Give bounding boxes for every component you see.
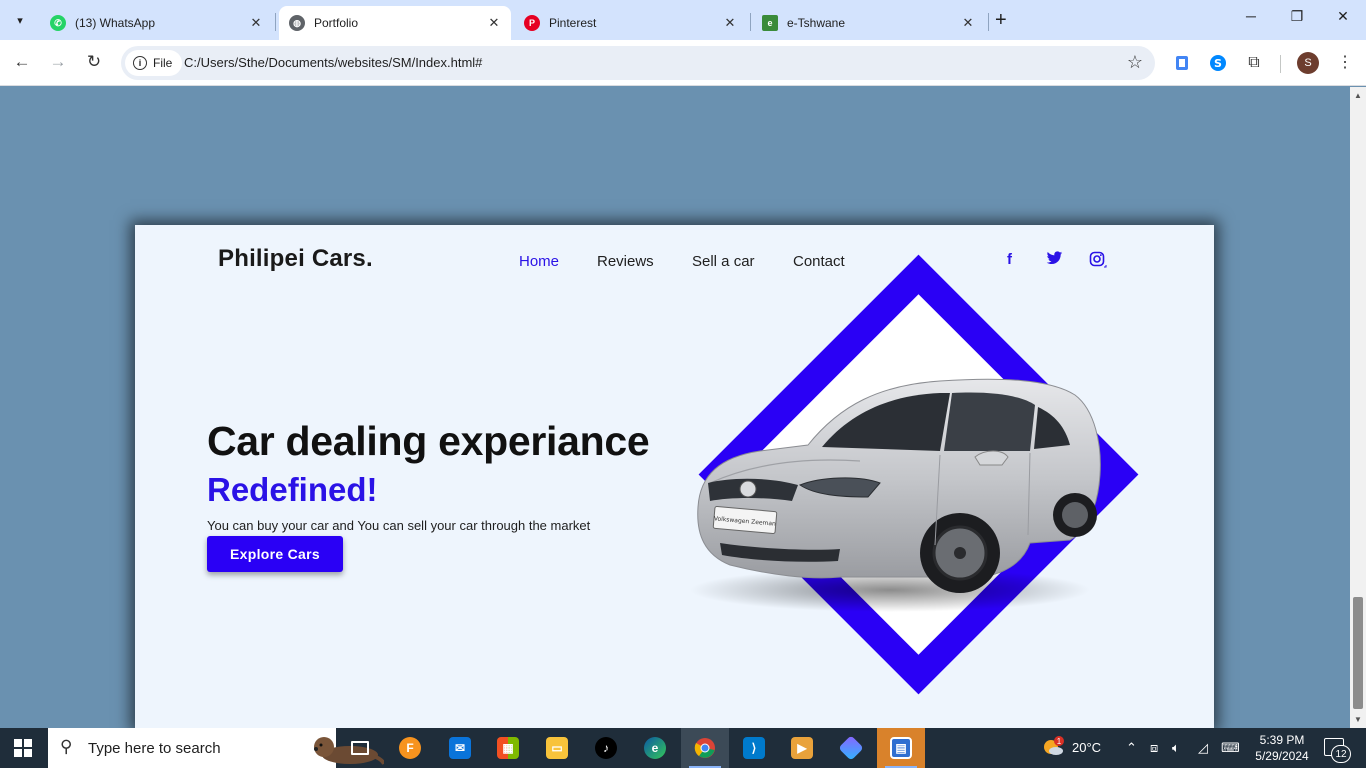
- etshwane-icon: e: [762, 15, 778, 31]
- page-scrollbar[interactable]: ▲ ▼: [1350, 87, 1366, 728]
- taskbar-clock[interactable]: 5:39 PM 5/29/2024: [1252, 732, 1312, 764]
- search-placeholder: Type here to search: [88, 740, 221, 757]
- fl-studio-icon[interactable]: F: [386, 728, 434, 768]
- clock-time: 5:39 PM: [1259, 733, 1305, 747]
- show-hidden-icons-icon[interactable]: ⌃: [1126, 740, 1137, 756]
- tab-etshwane[interactable]: e e-Tshwane ✕: [752, 6, 985, 40]
- tab-divider: [275, 13, 276, 31]
- weather-alert-badge: 1: [1054, 736, 1064, 746]
- site-chip-label: File: [153, 56, 173, 70]
- forward-button[interactable]: →: [46, 52, 70, 72]
- mail-icon[interactable]: ✉: [436, 728, 484, 768]
- scrollbar-thumb[interactable]: [1353, 597, 1363, 709]
- close-icon[interactable]: ✕: [957, 15, 979, 31]
- vscode-icon[interactable]: ⟩: [730, 728, 778, 768]
- close-icon[interactable]: ✕: [719, 15, 741, 31]
- nav-home[interactable]: Home: [519, 253, 559, 270]
- profile-avatar[interactable]: S: [1297, 52, 1319, 74]
- tab-title: (13) WhatsApp: [75, 16, 156, 30]
- windows-taskbar: ⚲ Type here to search F ✉ ▦ ▭ ♪ e ⟩ ▶ ▤ …: [0, 728, 1366, 768]
- tab-title: Portfolio: [314, 16, 359, 30]
- meet-now-icon[interactable]: ⧈: [1150, 740, 1158, 756]
- hero-description: You can buy your car and You can sell yo…: [207, 518, 591, 533]
- tab-title: Pinterest: [549, 16, 597, 30]
- extensions-puzzle-icon[interactable]: ⧉: [1244, 53, 1264, 73]
- new-tab-button[interactable]: +: [995, 9, 1007, 32]
- volume-icon[interactable]: 🔈︎: [1172, 740, 1180, 756]
- keyboard-icon[interactable]: ⌨: [1221, 740, 1240, 756]
- nav-sell-a-car[interactable]: Sell a car: [692, 253, 755, 270]
- tab-search-menu-button[interactable]: ▾: [8, 8, 32, 32]
- tab-divider: [750, 13, 751, 31]
- pinterest-icon: P: [524, 15, 540, 31]
- brand-logo[interactable]: Philipei Cars.: [218, 245, 373, 273]
- media-player-icon[interactable]: ▶: [778, 728, 826, 768]
- tab-title: e-Tshwane: [787, 16, 846, 30]
- task-view-icon[interactable]: [336, 728, 384, 768]
- url-text[interactable]: C:/Users/Sthe/Documents/websites/SM/Inde…: [184, 55, 482, 70]
- globe-icon: ◍: [289, 15, 305, 31]
- instagram-icon[interactable]: [1089, 251, 1107, 273]
- chrome-icon[interactable]: [681, 728, 729, 768]
- info-icon: i: [133, 56, 147, 70]
- tab-divider: [988, 13, 989, 31]
- scroll-up-arrow[interactable]: ▲: [1354, 91, 1362, 100]
- tab-strip: ▾ ✆ (13) WhatsApp ✕ ◍ Portfolio ✕ P Pint…: [0, 0, 1366, 40]
- hero-card: Philipei Cars. Home Reviews Sell a car C…: [135, 225, 1214, 728]
- copilot-icon[interactable]: [827, 728, 875, 768]
- microsoft-store-icon[interactable]: ▦: [484, 728, 532, 768]
- site-info-chip[interactable]: i File: [125, 50, 183, 76]
- remote-desktop-icon[interactable]: ▤: [877, 728, 925, 768]
- page-viewport: Philipei Cars. Home Reviews Sell a car C…: [0, 87, 1350, 728]
- clock-date: 5/29/2024: [1255, 749, 1309, 763]
- reload-button[interactable]: ↻: [82, 52, 106, 72]
- tab-portfolio[interactable]: ◍ Portfolio ✕: [279, 6, 511, 40]
- facebook-icon[interactable]: f: [1007, 251, 1012, 268]
- nav-contact[interactable]: Contact: [793, 253, 845, 270]
- taskbar-search[interactable]: ⚲ Type here to search: [48, 728, 384, 768]
- car-image: Volkswagen Zeeman: [690, 378, 1101, 612]
- search-icon: ⚲: [60, 737, 73, 756]
- browser-toolbar: ← → ↻ i File C:/Users/Sthe/Documents/web…: [0, 40, 1366, 86]
- svg-text:S: S: [1214, 57, 1222, 70]
- toolbar-divider: [1280, 55, 1281, 73]
- scroll-down-arrow[interactable]: ▼: [1354, 715, 1362, 724]
- close-icon[interactable]: ✕: [483, 15, 505, 31]
- more-menu-icon[interactable]: ⋮: [1337, 52, 1353, 72]
- restore-button[interactable]: ❐: [1285, 8, 1309, 25]
- minimize-button[interactable]: ─: [1239, 8, 1263, 24]
- extension-shazam-icon[interactable]: S: [1208, 53, 1228, 73]
- hero-accent-title: Redefined!: [207, 471, 378, 508]
- tab-whatsapp[interactable]: ✆ (13) WhatsApp ✕: [40, 6, 273, 40]
- close-icon[interactable]: ✕: [245, 15, 267, 31]
- bookmark-star-icon[interactable]: ☆: [1127, 52, 1143, 73]
- close-window-button[interactable]: ✕: [1331, 8, 1355, 25]
- windows-start-icon[interactable]: [14, 739, 32, 757]
- back-button[interactable]: ←: [10, 52, 34, 72]
- nav-reviews[interactable]: Reviews: [597, 253, 654, 270]
- notification-count-badge: 12: [1331, 745, 1351, 763]
- file-explorer-icon[interactable]: ▭: [533, 728, 581, 768]
- explore-cars-button[interactable]: Explore Cars: [207, 536, 343, 572]
- address-bar[interactable]: i File C:/Users/Sthe/Documents/websites/…: [121, 46, 1155, 80]
- whatsapp-icon: ✆: [50, 15, 66, 31]
- tab-pinterest[interactable]: P Pinterest ✕: [514, 6, 747, 40]
- edge-icon[interactable]: e: [631, 728, 679, 768]
- hero-title: Car dealing experiance: [207, 418, 650, 464]
- twitter-icon[interactable]: [1046, 251, 1063, 270]
- extension-doc-icon[interactable]: [1172, 53, 1192, 73]
- weather-temperature[interactable]: 20°C: [1072, 740, 1101, 755]
- tiktok-icon[interactable]: ♪: [582, 728, 630, 768]
- network-icon[interactable]: ◿: [1198, 740, 1208, 756]
